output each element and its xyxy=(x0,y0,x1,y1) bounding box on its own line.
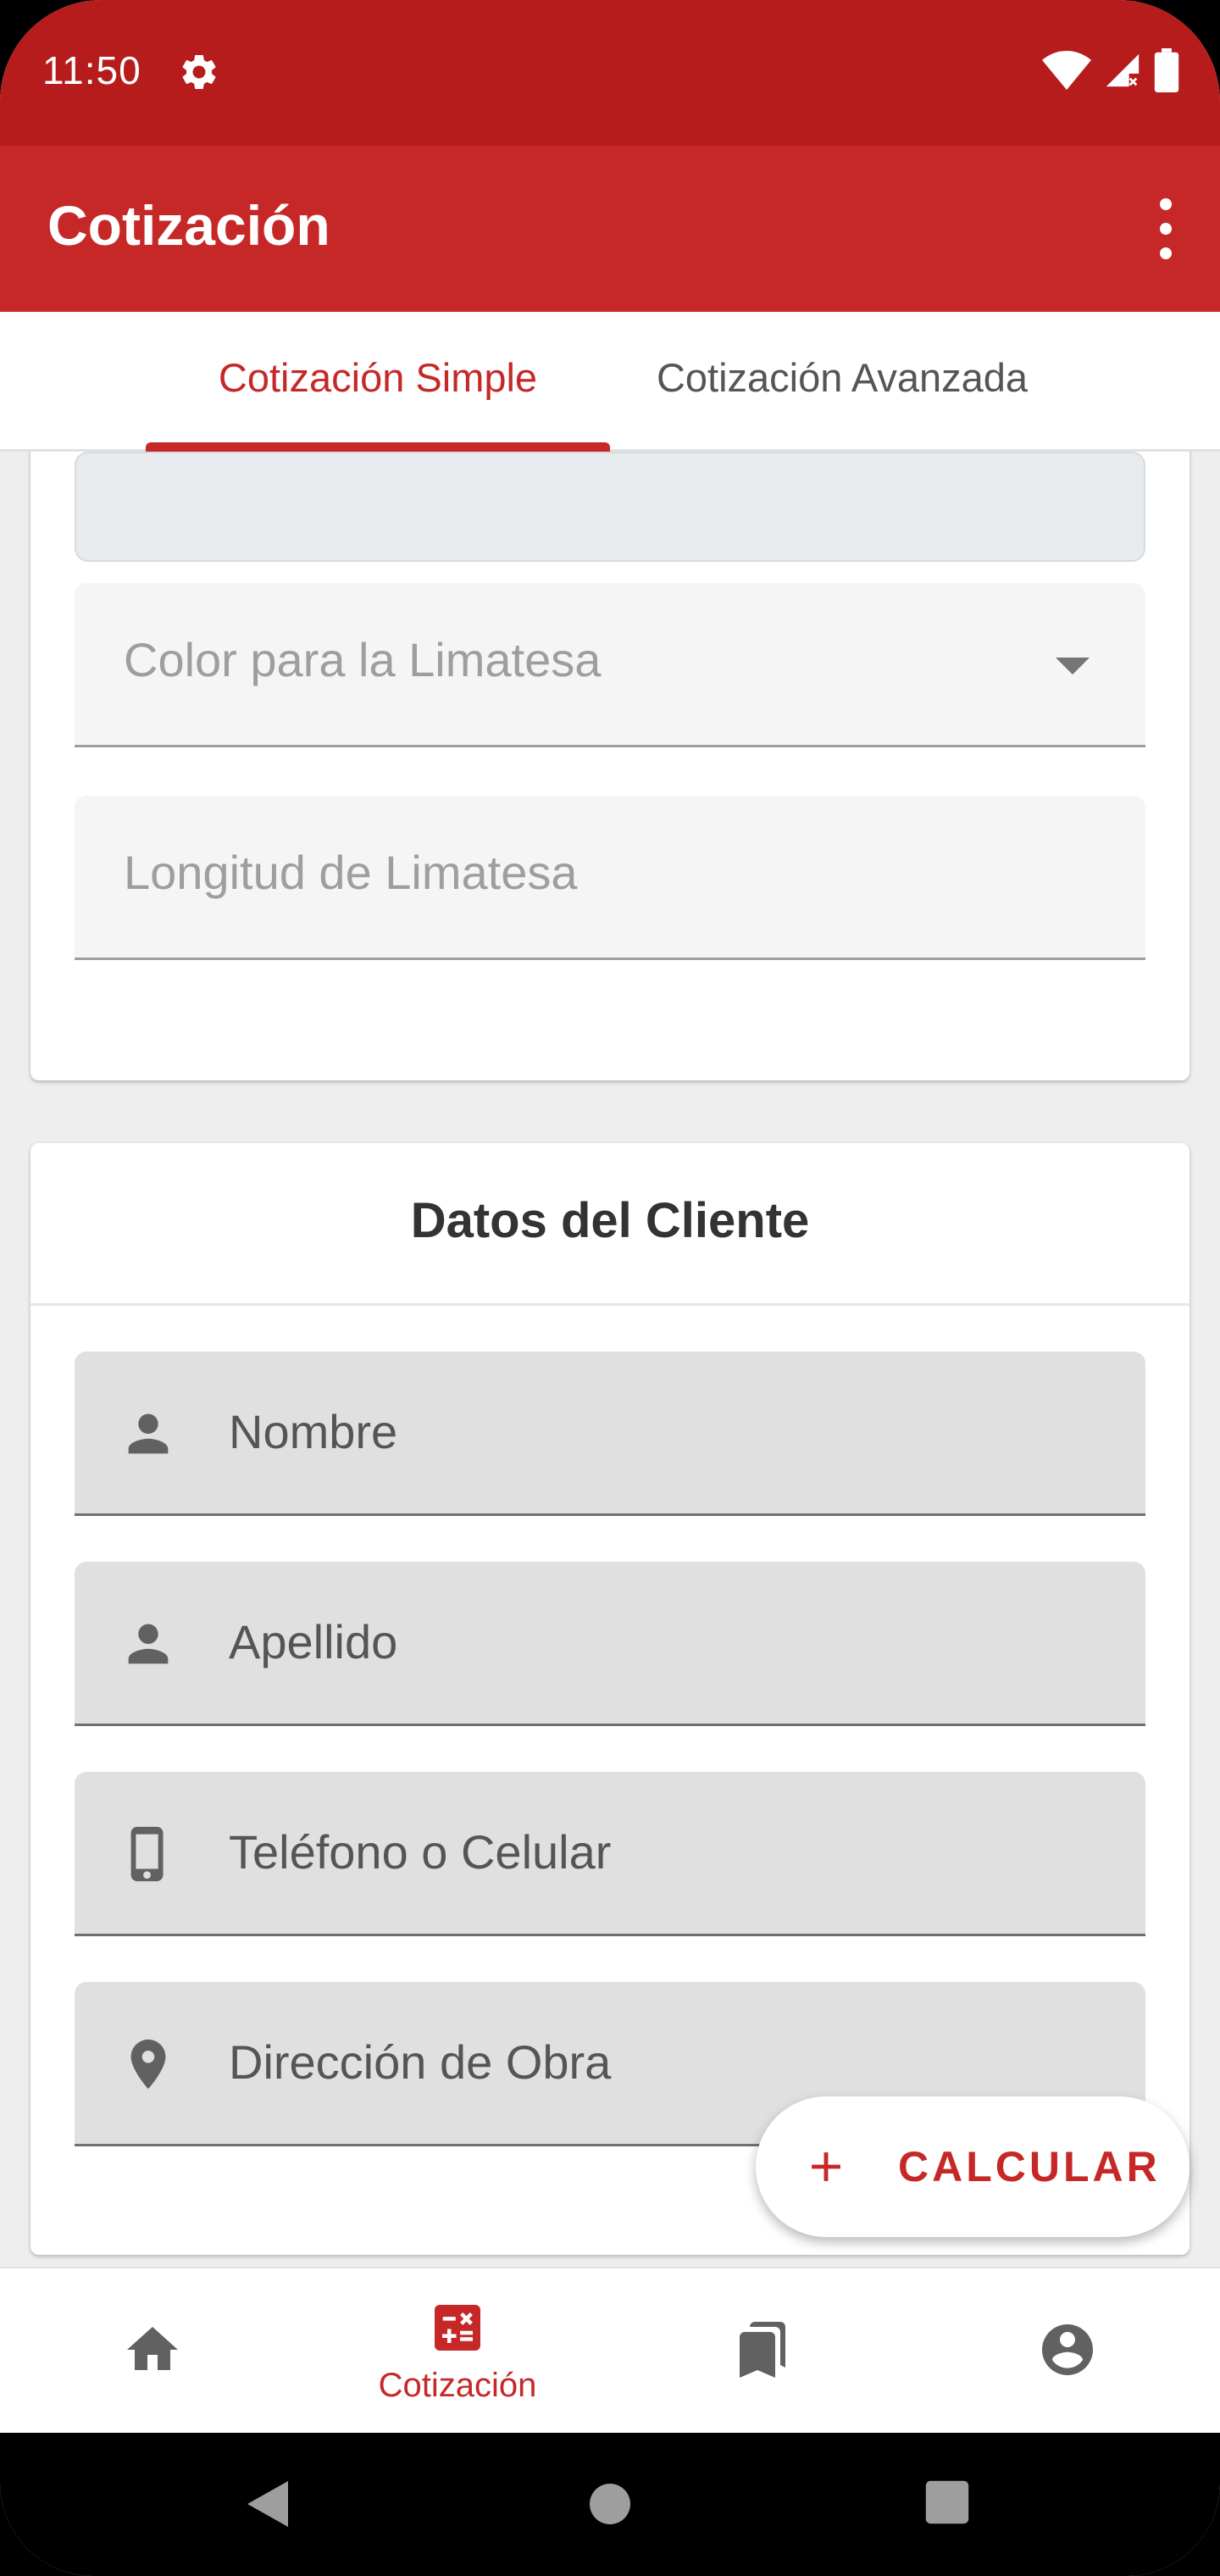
field-label: Nombre xyxy=(229,1405,398,1458)
wifi-icon xyxy=(1042,51,1091,90)
scroll-content[interactable]: Color para la Limatesa Longitud de Limat… xyxy=(0,452,1220,2267)
field-label: Longitud de Limatesa xyxy=(124,846,578,899)
phone-icon xyxy=(130,1826,164,1882)
page-title: Cotización xyxy=(47,194,330,257)
location-pin-icon xyxy=(130,2039,166,2090)
tab-cotizacion-avanzada[interactable]: Cotización Avanzada xyxy=(610,354,1074,401)
person-icon xyxy=(128,1413,169,1454)
home-icon xyxy=(127,2327,178,2370)
calculator-icon xyxy=(435,2305,480,2351)
material-card: Color para la Limatesa Longitud de Limat… xyxy=(30,452,1190,1080)
tab-cotizacion-simple[interactable]: Cotización Simple xyxy=(146,354,610,401)
bottom-navigation: Cotización xyxy=(0,2267,1220,2433)
field-label: Color para la Limatesa xyxy=(124,633,602,686)
nav-label-cotizacion: Cotización xyxy=(378,2367,537,2404)
active-tab-indicator xyxy=(146,442,610,452)
phone-screen: 11:50 Cotización Cotización Simple Cotiz… xyxy=(0,0,1220,2576)
field-label: Dirección de Obra xyxy=(229,2035,612,2089)
first-name-input[interactable]: Nombre xyxy=(75,1352,1145,1516)
status-time: 11:50 xyxy=(42,48,141,92)
system-navigation-bar xyxy=(0,2433,1220,2576)
more-vert-icon-dot xyxy=(1160,247,1172,259)
app-bar: Cotización xyxy=(0,146,1220,312)
battery-icon xyxy=(1154,48,1179,92)
calcular-label: CALCULAR xyxy=(898,2143,1161,2190)
tab-bar: Cotización Simple Cotización Avanzada xyxy=(0,312,1220,452)
settings-gear-icon xyxy=(182,54,216,89)
nav-item-home[interactable] xyxy=(0,2268,305,2434)
signal-icon xyxy=(1106,53,1140,87)
disabled-field xyxy=(75,452,1145,562)
card-title: Datos del Cliente xyxy=(410,1193,810,1248)
status-icons xyxy=(1042,47,1179,93)
nav-item-saved[interactable] xyxy=(610,2268,915,2434)
field-label: Apellido xyxy=(229,1615,398,1668)
person-icon xyxy=(128,1624,169,1664)
phone-input[interactable]: Teléfono o Celular xyxy=(75,1772,1145,1936)
card-header: Datos del Cliente xyxy=(30,1143,1190,1306)
nav-item-cotizacion[interactable]: Cotización xyxy=(305,2268,610,2434)
client-data-card: Datos del Cliente Nombre Apellido Teléfo… xyxy=(30,1143,1190,2255)
bookmarks-icon xyxy=(740,2322,785,2378)
limatesa-length-input[interactable]: Longitud de Limatesa xyxy=(75,796,1145,960)
overflow-menu-button[interactable] xyxy=(1149,198,1183,259)
dropdown-arrow-icon xyxy=(1056,658,1090,675)
last-name-input[interactable]: Apellido xyxy=(75,1562,1145,1726)
recents-square-icon[interactable] xyxy=(923,2479,971,2526)
status-bar: 11:50 xyxy=(0,0,1220,146)
more-vert-icon-dot xyxy=(1160,198,1172,210)
field-label: Teléfono o Celular xyxy=(229,1825,612,1879)
account-icon xyxy=(1042,2324,1093,2375)
more-vert-icon-dot xyxy=(1160,223,1172,235)
plus-icon xyxy=(812,2152,840,2181)
nav-item-account[interactable] xyxy=(915,2268,1220,2434)
back-icon[interactable] xyxy=(242,2479,293,2529)
home-circle-icon[interactable] xyxy=(585,2479,635,2529)
calcular-button[interactable]: CALCULAR xyxy=(756,2096,1190,2237)
limatesa-color-dropdown[interactable]: Color para la Limatesa xyxy=(75,583,1145,747)
